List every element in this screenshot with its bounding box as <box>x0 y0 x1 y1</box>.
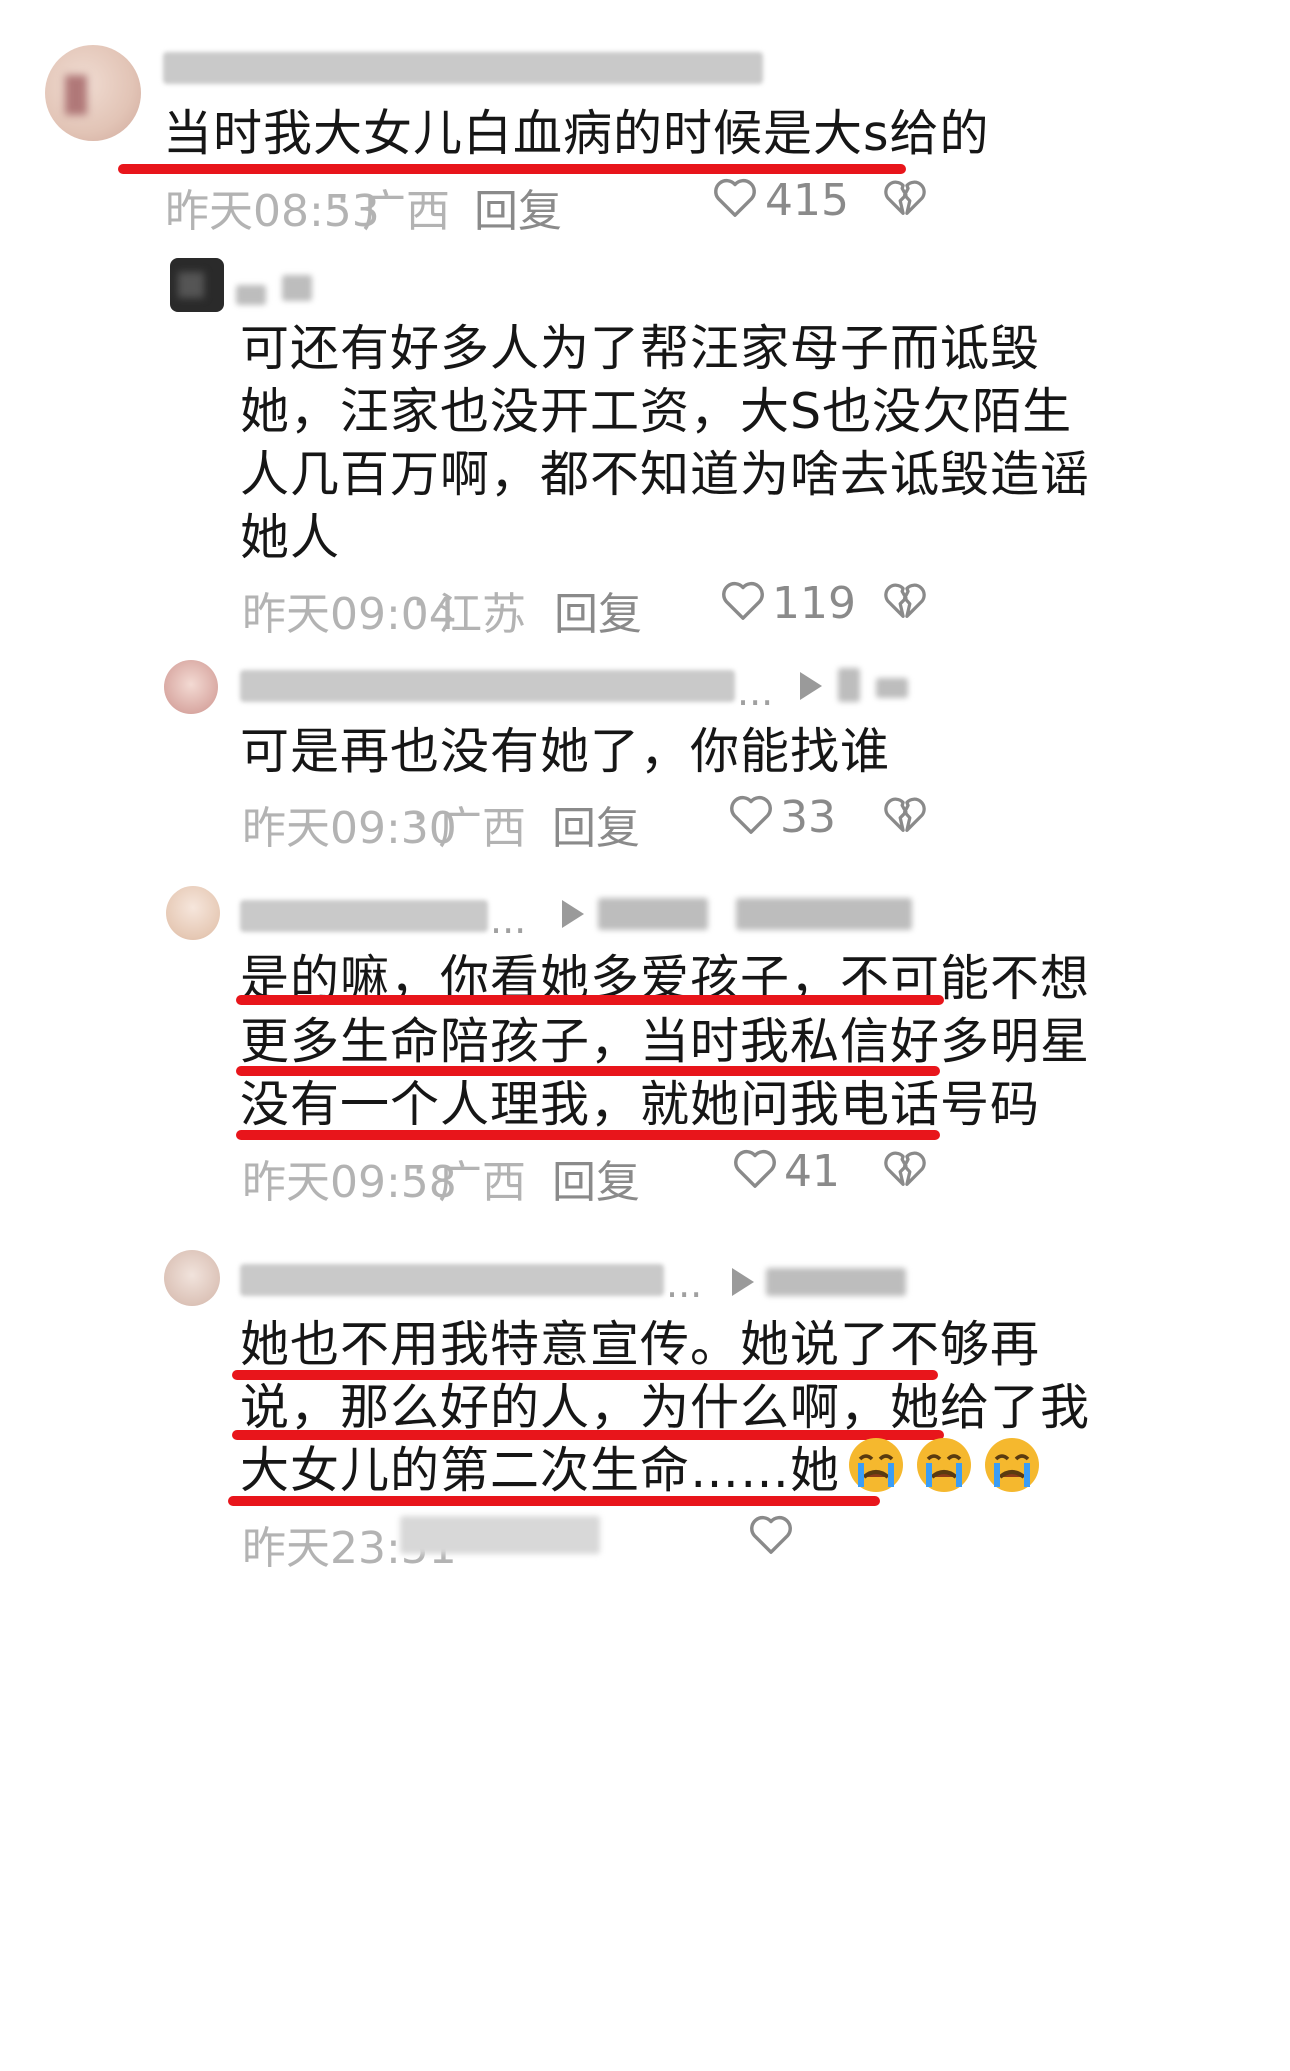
reply-target-redacted[interactable] <box>838 668 860 702</box>
location-separator: · <box>412 578 426 629</box>
reply-button[interactable]: 回复 <box>552 1146 640 1210</box>
play-arrow-icon <box>732 1268 754 1296</box>
broken-heart-icon[interactable] <box>882 175 928 219</box>
comment-text-line: 她人 <box>240 509 341 566</box>
reply-target-redacted[interactable] <box>766 1268 906 1296</box>
username-ellipsis: ... <box>490 898 527 942</box>
location-separator: · <box>412 792 426 843</box>
heart-outline-icon[interactable] <box>720 578 766 622</box>
comment-location: 广西 <box>362 186 450 237</box>
username-ellipsis: ... <box>666 1262 703 1306</box>
comment-text-line-content: 大女儿的第二次生命……她 <box>240 1442 841 1499</box>
reply-target-redacted <box>876 678 908 698</box>
reply-button[interactable]: 回复 <box>552 792 640 856</box>
like-count: 119 <box>772 578 856 629</box>
reply-target-redacted <box>736 898 912 930</box>
broken-heart-icon[interactable] <box>882 578 928 622</box>
like-count: 41 <box>784 1146 840 1197</box>
avatar[interactable] <box>45 45 141 141</box>
avatar[interactable] <box>164 1250 220 1306</box>
reply-button[interactable]: 回复 <box>554 578 642 642</box>
comment-location: 广西 <box>438 803 526 854</box>
username-redacted[interactable] <box>240 1264 664 1296</box>
location-separator: · <box>336 175 350 226</box>
location-separator: · <box>412 1146 426 1197</box>
like-count: 33 <box>780 792 836 843</box>
broken-heart-icon[interactable] <box>882 1146 928 1190</box>
red-underline <box>118 164 906 174</box>
comment-text-line: 人几百万啊，都不知道为啥去诋毁造谣 <box>240 446 1091 503</box>
avatar[interactable] <box>170 258 224 312</box>
username-redacted[interactable] <box>240 670 735 702</box>
heart-outline-icon[interactable] <box>748 1512 794 1556</box>
broken-heart-icon[interactable] <box>882 792 928 836</box>
play-arrow-icon <box>562 900 584 928</box>
reply-target-redacted[interactable] <box>598 898 708 930</box>
reply-button[interactable]: 回复 <box>474 175 562 239</box>
loudly-crying-face-emoji <box>985 1438 1040 1492</box>
avatar[interactable] <box>164 660 218 714</box>
comment-location: 江苏 <box>438 589 526 640</box>
loudly-crying-face-emoji <box>917 1438 972 1492</box>
comment-text-line: 当时我大女儿白血病的时候是大s给的 <box>163 105 990 162</box>
avatar[interactable] <box>166 886 220 940</box>
comment-text-line: 可是再也没有她了，你能找谁 <box>240 723 891 780</box>
username-redacted[interactable] <box>236 285 266 305</box>
watermark-redacted <box>400 1516 600 1554</box>
heart-outline-icon[interactable] <box>732 1146 778 1190</box>
username-ellipsis: ... <box>737 670 774 714</box>
loudly-crying-face-emoji <box>849 1438 904 1492</box>
play-arrow-icon <box>800 672 822 700</box>
heart-outline-icon[interactable] <box>712 175 758 219</box>
comment-location: 广西 <box>438 1157 526 1208</box>
red-underline <box>236 1130 940 1140</box>
like-count: 415 <box>765 175 849 226</box>
username-redacted[interactable] <box>163 52 763 84</box>
heart-outline-icon[interactable] <box>728 792 774 836</box>
username-redacted <box>282 275 312 301</box>
username-redacted[interactable] <box>240 900 488 932</box>
red-underline <box>228 1496 880 1506</box>
